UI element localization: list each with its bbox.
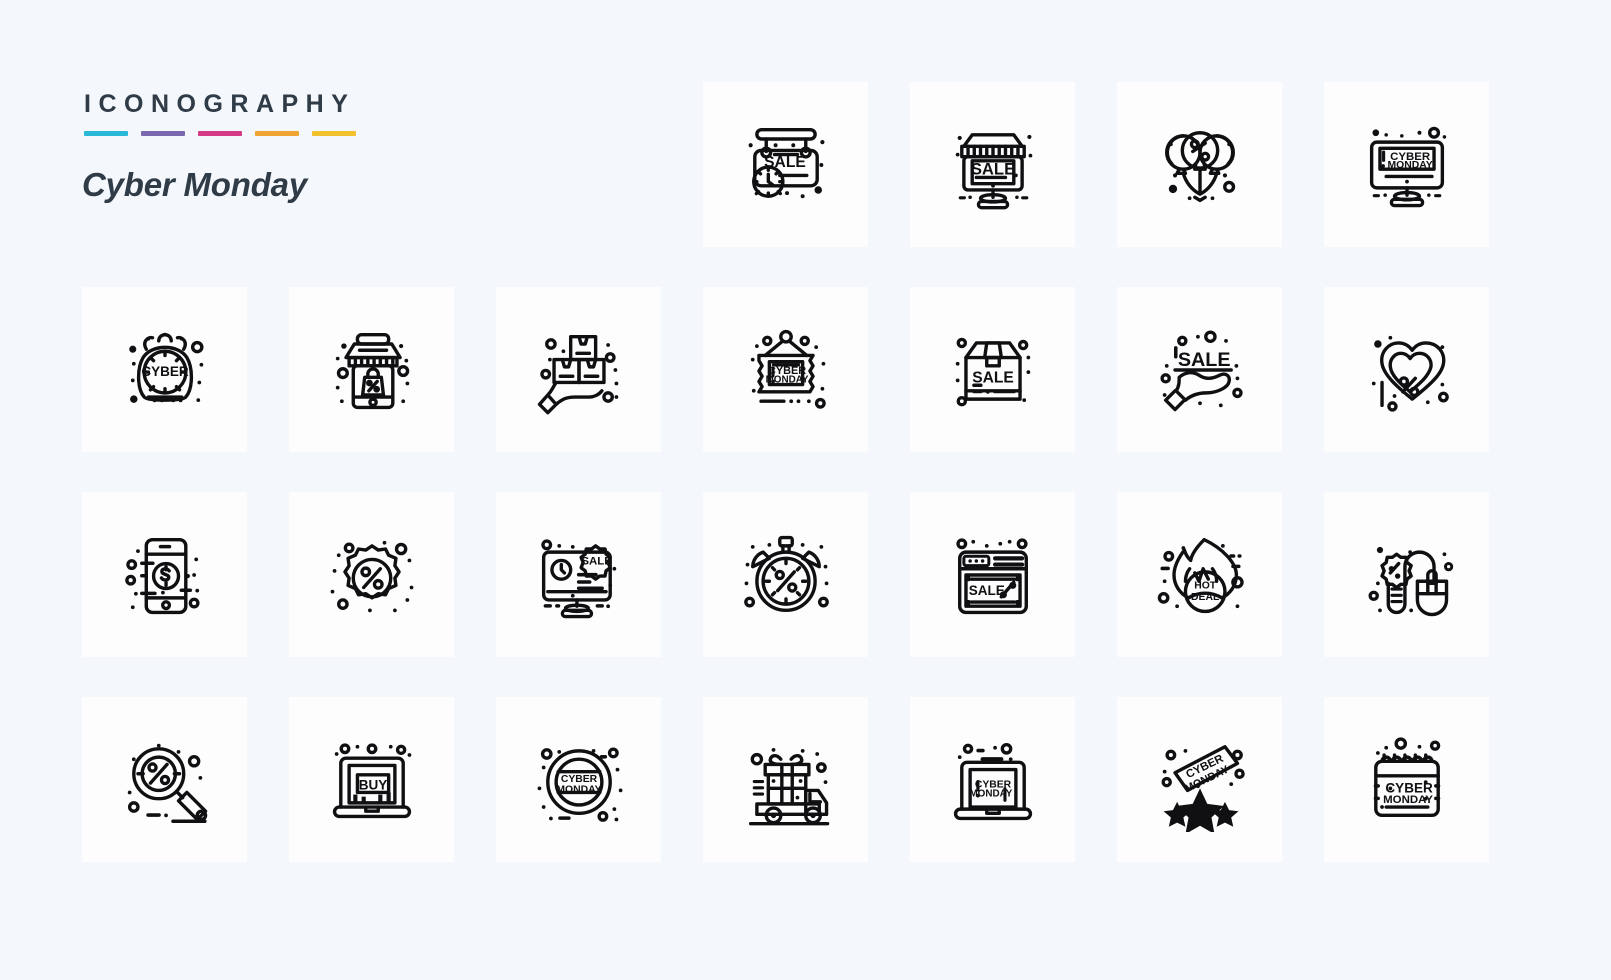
hand-holding-parcels-icon [527,318,618,422]
monitor-sale-badge-icon: SALE [527,523,616,627]
icon-tile-heart-discount[interactable] [1324,287,1489,452]
svg-text:CYBER: CYBER [141,364,189,379]
svg-text:SALE: SALE [972,369,1014,386]
icon-tile-cyber-monday-hanging-sign[interactable]: CYBER MONDAY [703,287,868,452]
grid-cell-empty [289,82,454,247]
svg-text:MONDAY: MONDAY [556,784,601,795]
icon-tile-computer-mouse-discount[interactable] [1324,492,1489,657]
icon-tile-mobile-payment-dollar[interactable] [82,492,247,657]
icon-tile-magnifier-discount-search[interactable] [82,697,247,862]
cyber-monday-hanging-sign-icon: CYBER MONDAY [750,318,838,422]
svg-text:SALE: SALE [1177,348,1230,370]
icon-tile-hot-deal-flame[interactable]: HOT DEAL [1117,492,1282,657]
svg-text:SALE: SALE [764,154,806,171]
svg-text:HOT: HOT [1194,580,1217,591]
icon-tile-browser-window-sale[interactable]: SALE [910,492,1075,657]
alarm-clock-discount-icon [734,523,838,627]
icon-tile-cyber-monday-laptop[interactable]: CYBER MONDAY [910,697,1075,862]
icon-tile-cyber-monday-ticket-stars[interactable]: CYBER MONDAY [1117,697,1282,862]
svg-text:SALE: SALE [970,159,1014,178]
sale-delivery-box-icon: SALE [955,318,1030,422]
svg-text:MONDAY: MONDAY [1383,793,1433,805]
icon-tile-hand-holding-parcels[interactable] [496,287,661,452]
icon-tile-sale-delivery-box[interactable]: SALE [910,287,1075,452]
heart-discount-icon [1371,335,1459,422]
laptop-buy-online-icon: BUY [320,728,411,832]
cyber-monday-badge-circle-icon: CYBER MONDAY [537,728,622,832]
icon-tile-mobile-shop-discount-bag[interactable] [289,287,454,452]
icon-tile-cyber-monday-monitor[interactable]: CYBER MONDAY [1324,82,1489,247]
icon-tile-discount-balloons[interactable] [1117,82,1282,247]
svg-text:MONDAY: MONDAY [1387,160,1432,171]
icon-tile-cyber-monday-calendar[interactable]: CYBER MONDAY [1324,697,1489,862]
svg-text:BUY: BUY [358,777,387,792]
icon-tile-discount-badge-percent[interactable] [289,492,454,657]
gift-delivery-truck-icon [734,747,838,832]
cyber-monday-laptop-icon: CYBER MONDAY [941,728,1045,832]
cyber-monday-monitor-icon: CYBER MONDAY [1355,113,1446,217]
icon-tile-alarm-clock-discount[interactable] [703,492,868,657]
icon-tile-laptop-buy-online[interactable]: BUY [289,697,454,862]
svg-text:MONDAY: MONDAY [969,788,1012,799]
grid-cell-empty [496,82,661,247]
mobile-payment-dollar-icon [113,523,217,627]
sale-shop-monitor-icon: SALE [955,113,1032,217]
svg-text:DEAL: DEAL [1191,591,1220,602]
cyber-monday-ticket-stars-icon: CYBER MONDAY [1148,728,1252,832]
svg-text:MONDAY: MONDAY [765,374,808,385]
icon-tile-sale-shop-monitor[interactable]: SALE [910,82,1075,247]
sale-hand-offer-icon: SALE [1148,318,1252,422]
discount-balloons-icon [1148,113,1252,217]
icon-tile-cyber-monday-badge-circle[interactable]: CYBER MONDAY [496,697,661,862]
computer-mouse-discount-icon [1355,546,1459,627]
icon-grid: SALE SALE CYBER MONDAY CYBER CYBER MONDA… [82,82,1530,862]
icon-tile-monitor-sale-badge[interactable]: SALE [496,492,661,657]
icon-tile-gift-delivery-truck[interactable] [703,697,868,862]
svg-text:CYBER: CYBER [560,774,597,785]
magnifier-discount-search-icon [127,743,217,823]
hot-deal-flame-icon: HOT DEAL [1148,523,1252,627]
svg-text:SALE: SALE [968,582,1004,597]
discount-badge-percent-icon [330,540,413,612]
svg-text:SALE: SALE [581,555,612,567]
sale-signboard-clock-icon: SALE [748,113,824,198]
cyber-monday-calendar-icon: CYBER MONDAY [1373,728,1459,832]
icon-tile-sale-hand-offer[interactable]: SALE [1117,287,1282,452]
mobile-shop-discount-bag-icon [335,318,424,422]
browser-window-sale-icon: SALE [941,523,1045,627]
icon-tile-cyber-alarm-clock[interactable]: CYBER [82,287,247,452]
grid-cell-empty [82,82,247,247]
cyber-alarm-clock-icon: CYBER [128,332,217,403]
icon-tile-sale-signboard-clock[interactable]: SALE [703,82,868,247]
